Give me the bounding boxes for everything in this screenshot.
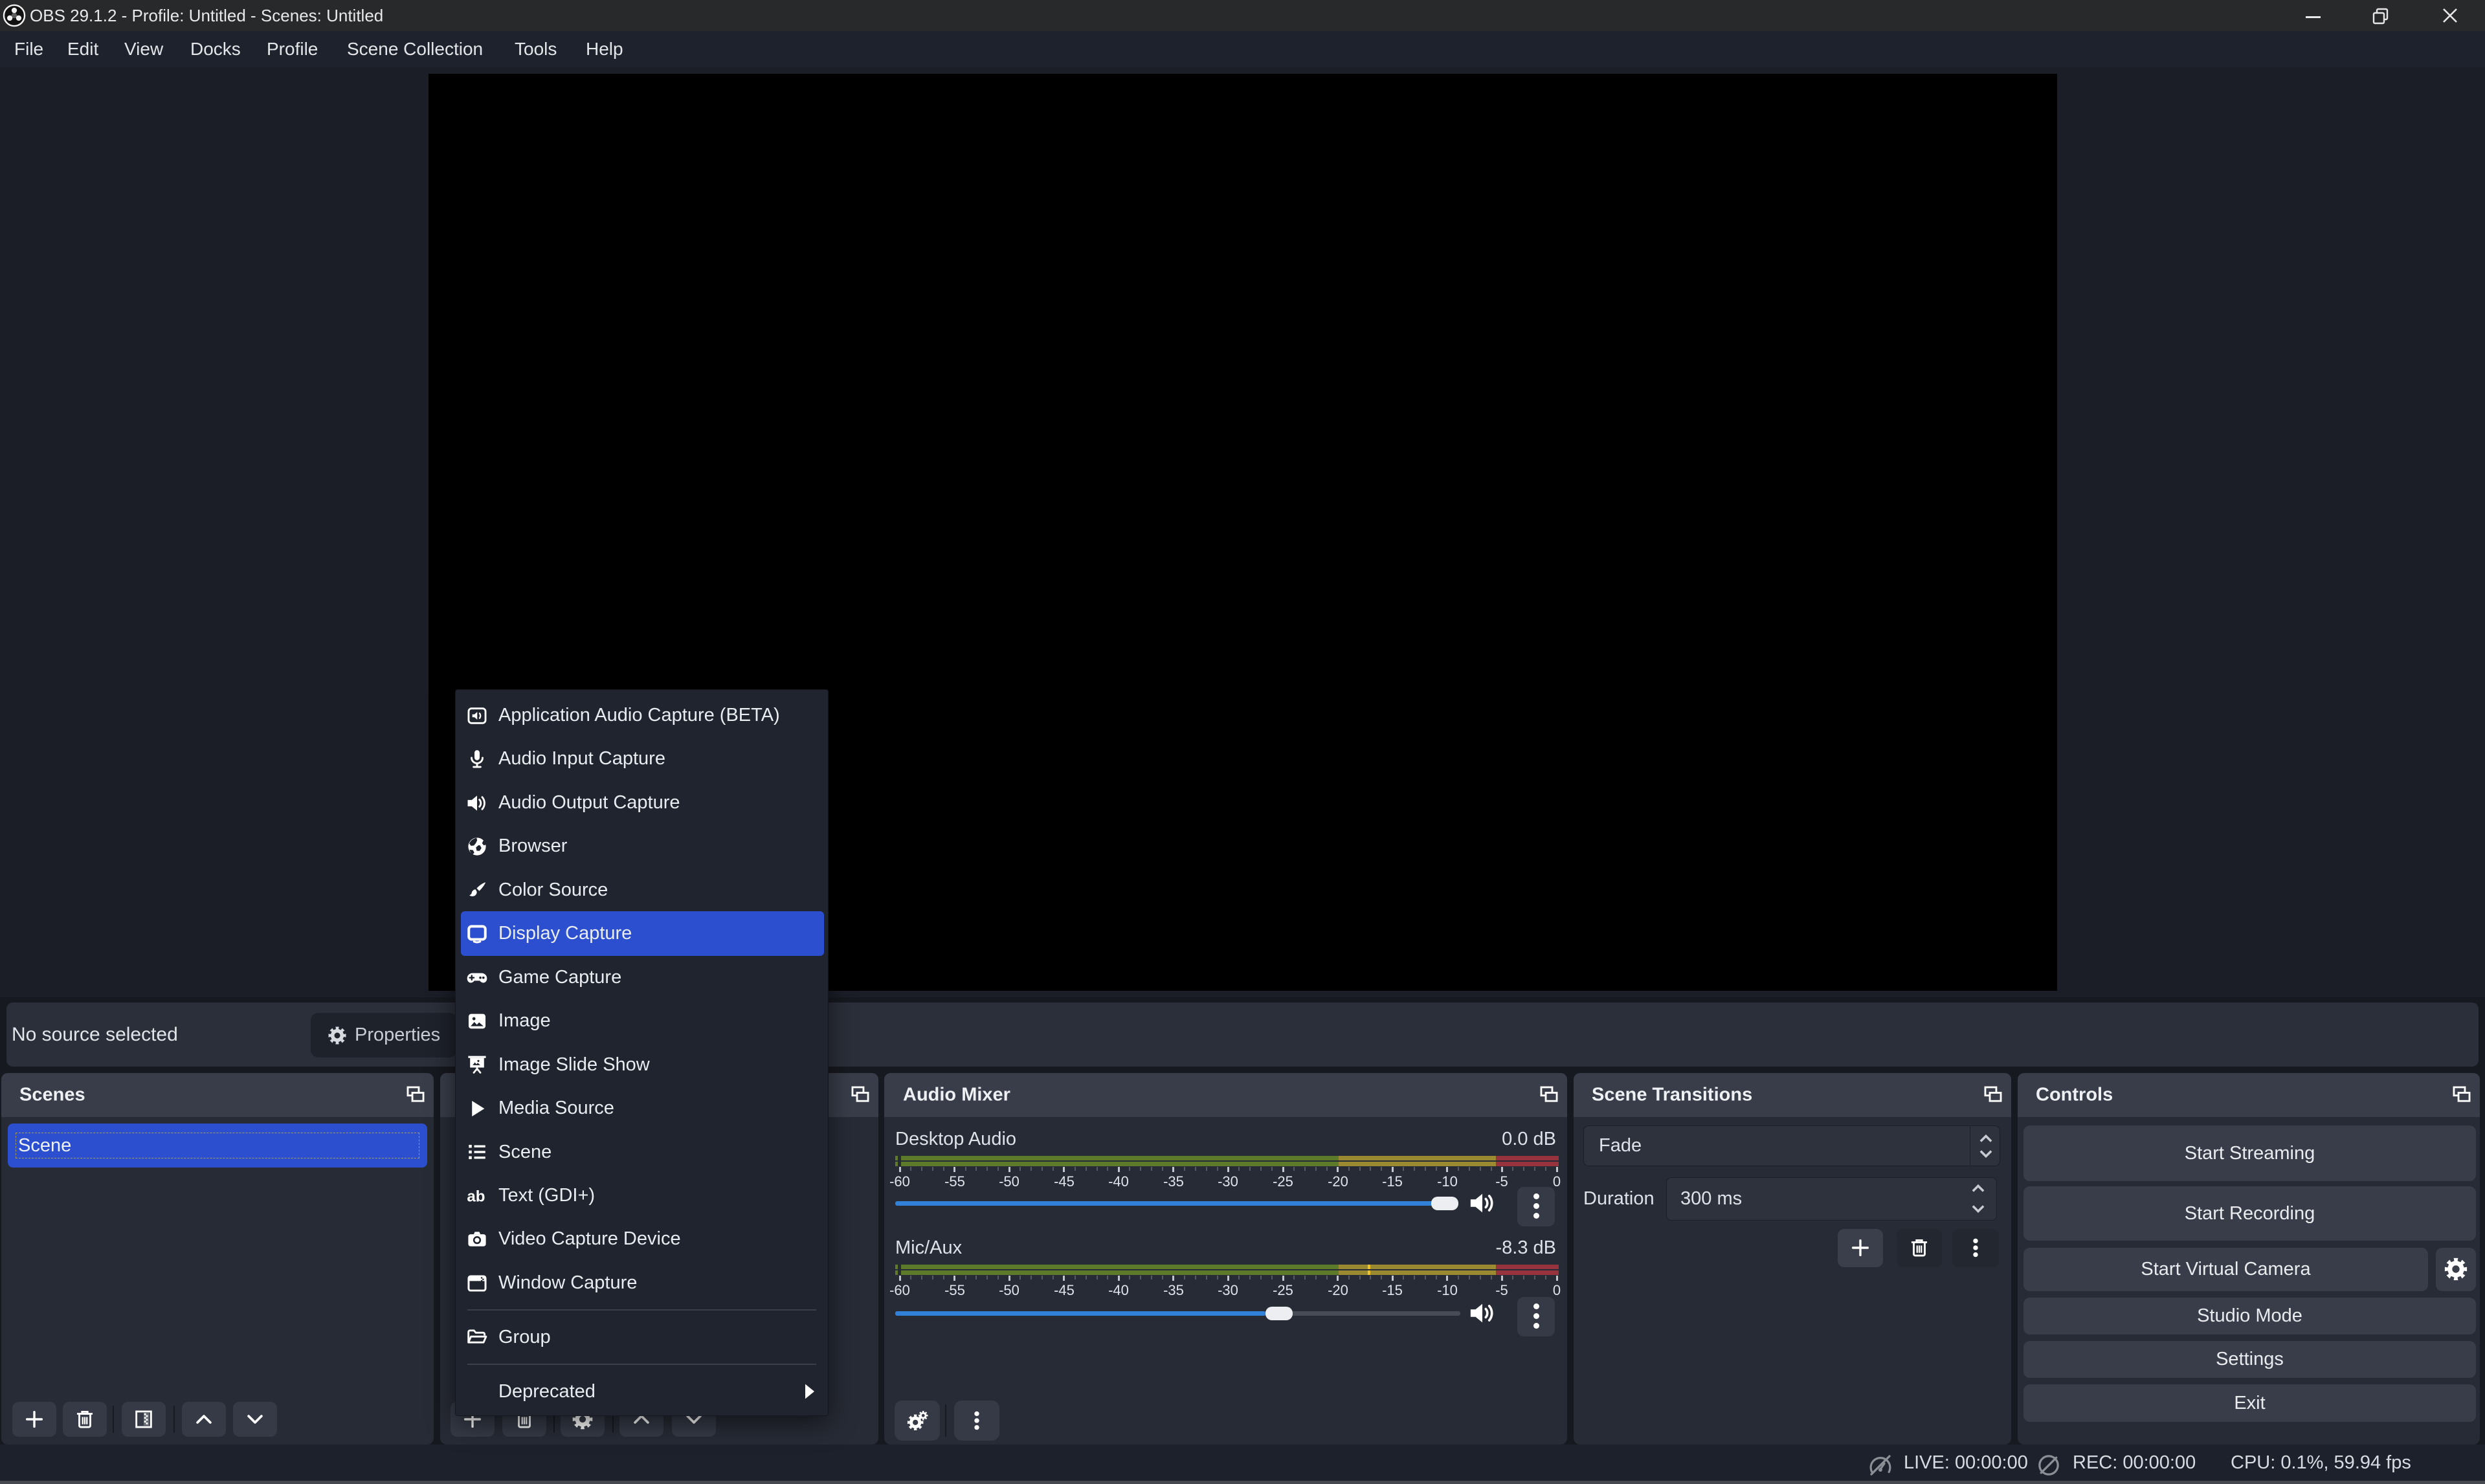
svg-text:ab: ab	[467, 1188, 485, 1206]
